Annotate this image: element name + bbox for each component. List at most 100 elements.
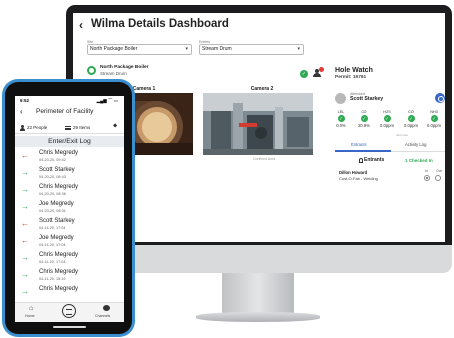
gas-name: NH3: [430, 110, 438, 114]
nav-home-label[interactable]: Home: [25, 314, 35, 318]
checked-in-count: 1 Checked In: [405, 157, 433, 163]
list-item[interactable]: → Chris Megredy 04-11-20, 17:04: [15, 251, 124, 268]
chevron-down-icon: ▾: [297, 46, 300, 52]
gas-name: CO: [408, 110, 414, 114]
status-time: 9:52: [20, 98, 30, 103]
check-icon: ✓: [360, 115, 368, 122]
chevron-down-icon: ▾: [185, 46, 188, 52]
entry-date: 04-20-20, 08:36: [39, 192, 66, 196]
tag-icon[interactable]: ⬥: [113, 123, 117, 130]
back-chevron-icon[interactable]: ‹: [79, 18, 83, 32]
location-name: North Package Boiler: [100, 65, 149, 70]
entries-select[interactable]: Entries Stream Drum ▾: [199, 40, 304, 55]
entry-name: Chris Megredy: [39, 184, 79, 190]
gas-name: O2: [361, 110, 367, 114]
entry-name: Chris Megredy: [39, 269, 79, 275]
gas-name: LEL: [337, 110, 345, 114]
list-item[interactable]: ← Joe Megredy 04-11-20, 17:04: [15, 234, 124, 251]
phone-bezel: 9:52 ▂▄▆ ⌒ ▭ ‹ Perimeter of Facility 22 …: [5, 82, 132, 334]
phone-screen: 9:52 ▂▄▆ ⌒ ▭ ‹ Perimeter of Facility 22 …: [15, 96, 124, 322]
entry-name: Chris Megredy: [39, 150, 79, 156]
list-item[interactable]: → Chris Megredy 04-20-20, 08:36: [15, 183, 124, 200]
hole-watch-panel: Hole Watch Permit: 15761 Attendant Scott…: [335, 67, 445, 181]
entry-date: 04-11-20, 17:04: [39, 243, 66, 247]
list-item[interactable]: ← Scott Starkey 04-11-20, 17:04: [15, 217, 124, 234]
camera-2-feed[interactable]: [203, 93, 313, 155]
entry-date: 04-20-20, 08:31: [39, 209, 66, 213]
entries-select-box[interactable]: Stream Drum ▾: [199, 44, 304, 55]
tab-entrants[interactable]: Entrants: [351, 142, 367, 147]
location-circle-icon: [87, 66, 96, 75]
people-icon: [20, 125, 25, 131]
entry-name: Chris Megredy: [39, 286, 79, 292]
in-radio[interactable]: [424, 175, 430, 181]
entrants-label: Entrants: [364, 157, 385, 163]
log-title: Enter/Exit Log: [15, 136, 124, 147]
tab-activity-log[interactable]: Activity Log: [405, 142, 426, 147]
list-item[interactable]: → Scott Starkey 04-20-20, 08:43: [15, 166, 124, 183]
active-tab-indicator: [335, 150, 391, 152]
camera-2-caption: Confined Area: [253, 157, 276, 161]
entry-date: 04-11-20, 17:04: [39, 226, 66, 230]
list-icon: [65, 125, 71, 130]
gas-name: H2S: [383, 110, 391, 114]
chat-bubble-icon[interactable]: [103, 305, 110, 311]
gas-readings: LEL ✓ 0.0% O2 ✓ 20.9% H2S ✓ 0.0ppm CO ✓: [335, 110, 445, 136]
gas-updated-note: Just now: [396, 133, 408, 137]
page-title: Wilma Details Dashboard: [91, 18, 229, 30]
entry-name: Scott Starkey: [39, 167, 75, 173]
gas-reading: O2 ✓ 20.9%: [353, 110, 375, 128]
entry-date: 04-20-20, 09:42: [39, 158, 66, 162]
list-item[interactable]: → Joe Megredy 04-20-20, 08:31: [15, 200, 124, 217]
menu-circle-icon[interactable]: [62, 304, 76, 318]
people-count: 22 People: [27, 124, 48, 130]
hole-watch-tabs: Entrants Activity Log: [335, 140, 445, 152]
gas-reading: NH3 ✓ 0.0ppm: [423, 110, 445, 128]
out-radio[interactable]: [435, 175, 441, 181]
items-count: 29 Items: [73, 124, 91, 130]
enter-arrow-icon: →: [21, 287, 29, 296]
person-icon: [359, 158, 363, 163]
hole-watch-title: Hole Watch: [335, 67, 373, 74]
permit-number: Permit: 15761: [335, 75, 367, 80]
list-item[interactable]: → Chris Megredy: [15, 285, 124, 302]
attendant-action-button[interactable]: [435, 93, 445, 103]
entry-name: Scott Starkey: [39, 218, 75, 224]
entry-date: 04-11-20, 15:19: [39, 277, 66, 281]
site-select-value: North Package Boiler: [90, 46, 138, 52]
status-bar: 9:52 ▂▄▆ ⌒ ▭: [15, 96, 124, 106]
list-item[interactable]: → Chris Megredy 04-11-20, 15:19: [15, 268, 124, 285]
monitor-base: [196, 312, 320, 322]
in-label: In: [425, 169, 428, 173]
enter-arrow-icon: →: [21, 270, 29, 279]
check-icon: ✓: [430, 115, 438, 122]
back-chevron-icon[interactable]: ‹: [20, 107, 23, 116]
exit-arrow-icon: ←: [21, 151, 29, 160]
out-label: Out: [436, 169, 442, 173]
enter-arrow-icon: →: [21, 168, 29, 177]
list-item[interactable]: ← Chris Megredy 04-20-20, 09:42: [15, 149, 124, 166]
home-icon[interactable]: ⌂: [29, 305, 33, 312]
phone-header: ‹ Perimeter of Facility: [15, 106, 124, 120]
mobile-phone: 9:52 ▂▄▆ ⌒ ▭ ‹ Perimeter of Facility 22 …: [2, 79, 135, 337]
gas-reading: CO ✓ 0.0ppm: [400, 110, 422, 128]
attendant-name: Scott Starkey: [350, 96, 384, 102]
nav-channels-label[interactable]: Channels: [95, 314, 110, 318]
site-select-box[interactable]: North Package Boiler ▾: [87, 44, 192, 55]
entry-name: Chris Megredy: [39, 252, 79, 258]
entrant-company: Cust-O-Fab - Welding: [339, 176, 378, 181]
gas-reading: LEL ✓ 0.0%: [330, 110, 352, 128]
exit-arrow-icon: ←: [21, 236, 29, 245]
gas-reading: H2S ✓ 0.0ppm: [376, 110, 398, 128]
monitor-stand: [222, 273, 294, 315]
gas-value: 20.9%: [358, 123, 370, 128]
enter-exit-list: ← Chris Megredy 04-20-20, 09:42 → Scott …: [15, 149, 124, 302]
entrant-row: Dillon Howard Cust-O-Fab - Welding In Ou…: [335, 169, 445, 186]
enter-arrow-icon: →: [21, 185, 29, 194]
gas-value: 0.0ppm: [404, 123, 418, 128]
site-select[interactable]: Site North Package Boiler ▾: [87, 40, 192, 55]
bottom-nav: ⌂ Home Channels: [15, 302, 124, 322]
user-alert-icon[interactable]: [313, 67, 324, 78]
camera-2-label: Camera 2: [250, 86, 274, 92]
gas-value: 0.0%: [336, 123, 346, 128]
